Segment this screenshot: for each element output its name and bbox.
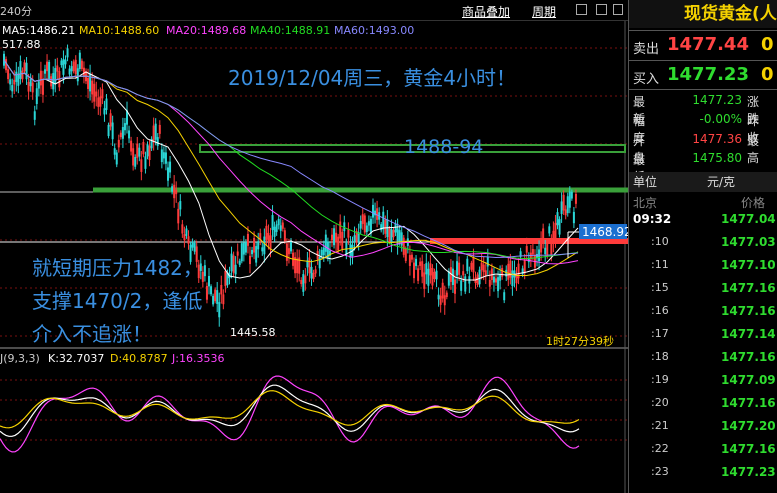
ma40-label: MA40:1488.91 (250, 24, 331, 37)
tick-time: :10 (651, 235, 669, 248)
unit-value: 元/克 (707, 175, 736, 189)
tick-time: :19 (651, 373, 669, 386)
ticks-header-time: 北京 (633, 196, 658, 210)
tick-time: :22 (651, 442, 669, 455)
tick-price: 1477.23 (721, 465, 776, 479)
tick-price: 1477.20 (721, 419, 776, 433)
ma5-label: MA5:1486.21 (2, 24, 76, 37)
annotation-line-3: 介入不追涨！ (32, 322, 152, 346)
stat-value: 1475.80 (692, 151, 742, 165)
ticks-header-price: 价格 (741, 196, 766, 210)
stat-value: -0.00% (699, 112, 742, 126)
tick-price: 1477.16 (721, 442, 776, 456)
unit-label: 单位 (633, 175, 658, 189)
current-price-tag: 1468.92 (582, 225, 632, 239)
tick-price: 1477.04 (721, 212, 776, 226)
tick-time: :23 (651, 465, 669, 478)
annotation-line-2: 支撑1470/2，逢低 (32, 289, 203, 313)
low-price-label: 1445.58 (230, 326, 276, 339)
sell-label: 卖出 (633, 42, 660, 57)
chart-toolbar: 240分 商品叠加 周期 (0, 0, 628, 21)
quote-panel: 现货黄金(人 卖出 1477.44 0 买入 1477.23 0 最新 1477… (628, 0, 777, 493)
tick-price: 1477.03 (721, 235, 776, 249)
tick-time: 09:32 (633, 212, 672, 226)
buy-label: 买入 (633, 72, 660, 87)
buy-volume: 0 (761, 64, 774, 85)
sell-volume: 0 (761, 34, 774, 55)
tick-row: :22 1477.16 (629, 442, 777, 464)
tick-price: 1477.10 (721, 258, 776, 272)
tick-row: :17 1477.14 (629, 327, 777, 349)
annotation-title: 2019/12/04周三，黄金4小时！ (228, 66, 516, 90)
minimize-button[interactable] (576, 4, 587, 15)
tick-row: :23 1477.23 (629, 465, 777, 487)
close-button[interactable] (613, 4, 623, 15)
tick-row: 09:32 1477.04 (629, 212, 777, 234)
tick-time: :17 (651, 327, 669, 340)
stat-value: 1477.23 (692, 93, 742, 107)
stat-label-2: 最高 (747, 134, 760, 165)
resistance-range-label: 1488-94 (404, 136, 484, 158)
high-price-label: 517.88 (2, 38, 41, 51)
kdj-k-value: K:32.7037 (48, 352, 105, 365)
tick-price: 1477.16 (721, 304, 776, 318)
period-label[interactable]: 240分 (0, 3, 32, 19)
overlay-commodity-link[interactable]: 商品叠加 (462, 3, 510, 20)
tick-time: :15 (651, 281, 669, 294)
period-link[interactable]: 周期 (532, 3, 556, 20)
tick-time: :18 (651, 350, 669, 363)
tick-row: :19 1477.09 (629, 373, 777, 395)
tick-price: 1477.16 (721, 350, 776, 364)
ticks-header: 北京 价格 (629, 194, 777, 210)
tick-row: :20 1477.16 (629, 396, 777, 418)
tick-row: :21 1477.20 (629, 419, 777, 441)
tick-time: :21 (651, 419, 669, 432)
tick-row: :16 1477.16 (629, 304, 777, 326)
unit-row: 单位 元/克 (629, 172, 777, 192)
sell-price: 1477.44 (667, 34, 749, 55)
ma10-label: MA10:1488.60 (79, 24, 160, 37)
tick-price: 1477.16 (721, 281, 776, 295)
ma60-label: MA60:1493.00 (334, 24, 415, 37)
kdj-indicator-name: J(9,3,3) (0, 352, 40, 365)
kdj-d-value: D:40.8787 (110, 352, 168, 365)
instrument-title: 现货黄金(人 (629, 0, 777, 28)
tick-price: 1477.14 (721, 327, 776, 341)
maximize-button[interactable] (596, 4, 607, 15)
annotation-line-1: 就短期压力1482， (32, 256, 203, 280)
tick-row: :18 1477.16 (629, 350, 777, 372)
tick-time: :11 (651, 258, 669, 271)
tick-row: :10 1477.03 (629, 235, 777, 257)
tick-price: 1477.16 (721, 396, 776, 410)
buy-price: 1477.23 (667, 64, 749, 85)
kdj-j-value: J:16.3536 (172, 352, 225, 365)
buy-row[interactable]: 买入 1477.23 0 (629, 60, 777, 89)
sell-row[interactable]: 卖出 1477.44 0 (629, 30, 777, 59)
candle-countdown: 1时27分39秒 (546, 335, 614, 348)
ma20-label: MA20:1489.68 (166, 24, 247, 37)
tick-row: :15 1477.16 (629, 281, 777, 303)
tick-time: :16 (651, 304, 669, 317)
tick-price: 1477.09 (721, 373, 776, 387)
stat-value: 1477.36 (692, 132, 742, 146)
tick-time: :20 (651, 396, 669, 409)
tick-row: :11 1477.10 (629, 258, 777, 280)
